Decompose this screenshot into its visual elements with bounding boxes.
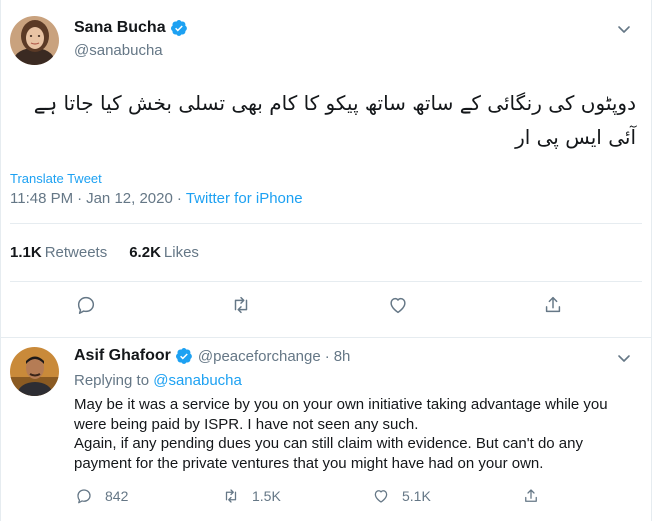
like-button[interactable]: 5.1K: [372, 487, 431, 505]
replying-mention-link[interactable]: @sanabucha: [153, 372, 242, 389]
avatar-image: [10, 16, 59, 65]
reply-icon[interactable]: [75, 294, 97, 316]
reply-paragraph: Again, if any pending dues you can still…: [74, 435, 583, 472]
retweet-icon[interactable]: [230, 294, 252, 316]
display-name[interactable]: Asif Ghafoor: [74, 347, 171, 365]
meta-separator: ·: [324, 347, 330, 365]
tweet-stats: 1.1K Retweets 6.2K Likes: [10, 244, 199, 261]
like-icon[interactable]: [387, 294, 409, 316]
reply-author-row: Asif Ghafoor @peaceforchange · 8h: [74, 347, 350, 365]
display-name[interactable]: Sana Bucha: [74, 19, 166, 37]
share-button[interactable]: [522, 487, 552, 505]
replying-prefix: Replying to: [74, 372, 150, 389]
retweet-count: 1.5K: [252, 488, 281, 504]
tweet-text-line: آئی ایس پی ار: [515, 125, 636, 149]
reply-button[interactable]: 842: [75, 487, 128, 505]
tweet-source-link[interactable]: Twitter for iPhone: [186, 190, 303, 207]
likes-count: 6.2K: [129, 244, 161, 261]
share-icon: [525, 489, 537, 502]
reply-count: 842: [105, 488, 129, 504]
reply-icon: [77, 489, 91, 504]
tweet-time[interactable]: 11:48 PM: [10, 190, 73, 207]
meta-separator: ·: [77, 190, 83, 207]
retweets-label: Retweets: [44, 244, 108, 261]
reply-action-bar: 842 1.5K 5.1K: [0, 487, 652, 509]
like-icon: [374, 490, 388, 503]
author-row: Sana Bucha: [74, 19, 188, 37]
tweet-meta: 11:48 PM · Jan 12, 2020 · Twitter for iP…: [10, 190, 303, 207]
tweet-text: دوپٹوں کی رنگائی کے ساتھ ساتھ پیکو کا کا…: [16, 86, 636, 154]
divider: [0, 337, 652, 338]
reply-text: May be it was a service by you on your o…: [74, 395, 639, 473]
likes-stat[interactable]: 6.2K Likes: [129, 244, 199, 261]
retweets-count: 1.1K: [10, 244, 42, 261]
like-count: 5.1K: [402, 488, 431, 504]
translate-tweet-link[interactable]: Translate Tweet: [10, 171, 102, 186]
chevron-down-icon[interactable]: [616, 21, 632, 37]
replying-to: Replying to @sanabucha: [74, 372, 242, 389]
meta-separator: ·: [176, 190, 182, 207]
tweet-text-line: دوپٹوں کی رنگائی کے ساتھ ساتھ پیکو کا کا…: [33, 91, 636, 115]
retweet-button[interactable]: 1.5K: [222, 487, 281, 505]
avatar[interactable]: [10, 347, 59, 396]
reply-time[interactable]: 8h: [334, 348, 351, 365]
author-handle[interactable]: @peaceforchange: [198, 348, 321, 365]
divider: [10, 223, 642, 224]
divider: [10, 281, 642, 282]
avatar[interactable]: [10, 16, 59, 65]
likes-label: Likes: [163, 244, 199, 261]
retweet-icon: [225, 489, 237, 503]
verified-badge-icon: [175, 347, 193, 365]
avatar-image: [10, 347, 59, 396]
tweet-date[interactable]: Jan 12, 2020: [86, 190, 173, 207]
author-handle[interactable]: @sanabucha: [74, 42, 163, 59]
main-tweet: Sana Bucha @sanabucha دوپٹوں کی رنگائی ک…: [0, 0, 652, 338]
verified-badge-icon: [170, 19, 188, 37]
chevron-down-icon[interactable]: [616, 350, 632, 366]
share-icon[interactable]: [542, 294, 564, 316]
retweets-stat[interactable]: 1.1K Retweets: [10, 244, 107, 261]
reply-paragraph: May be it was a service by you on your o…: [74, 396, 608, 433]
